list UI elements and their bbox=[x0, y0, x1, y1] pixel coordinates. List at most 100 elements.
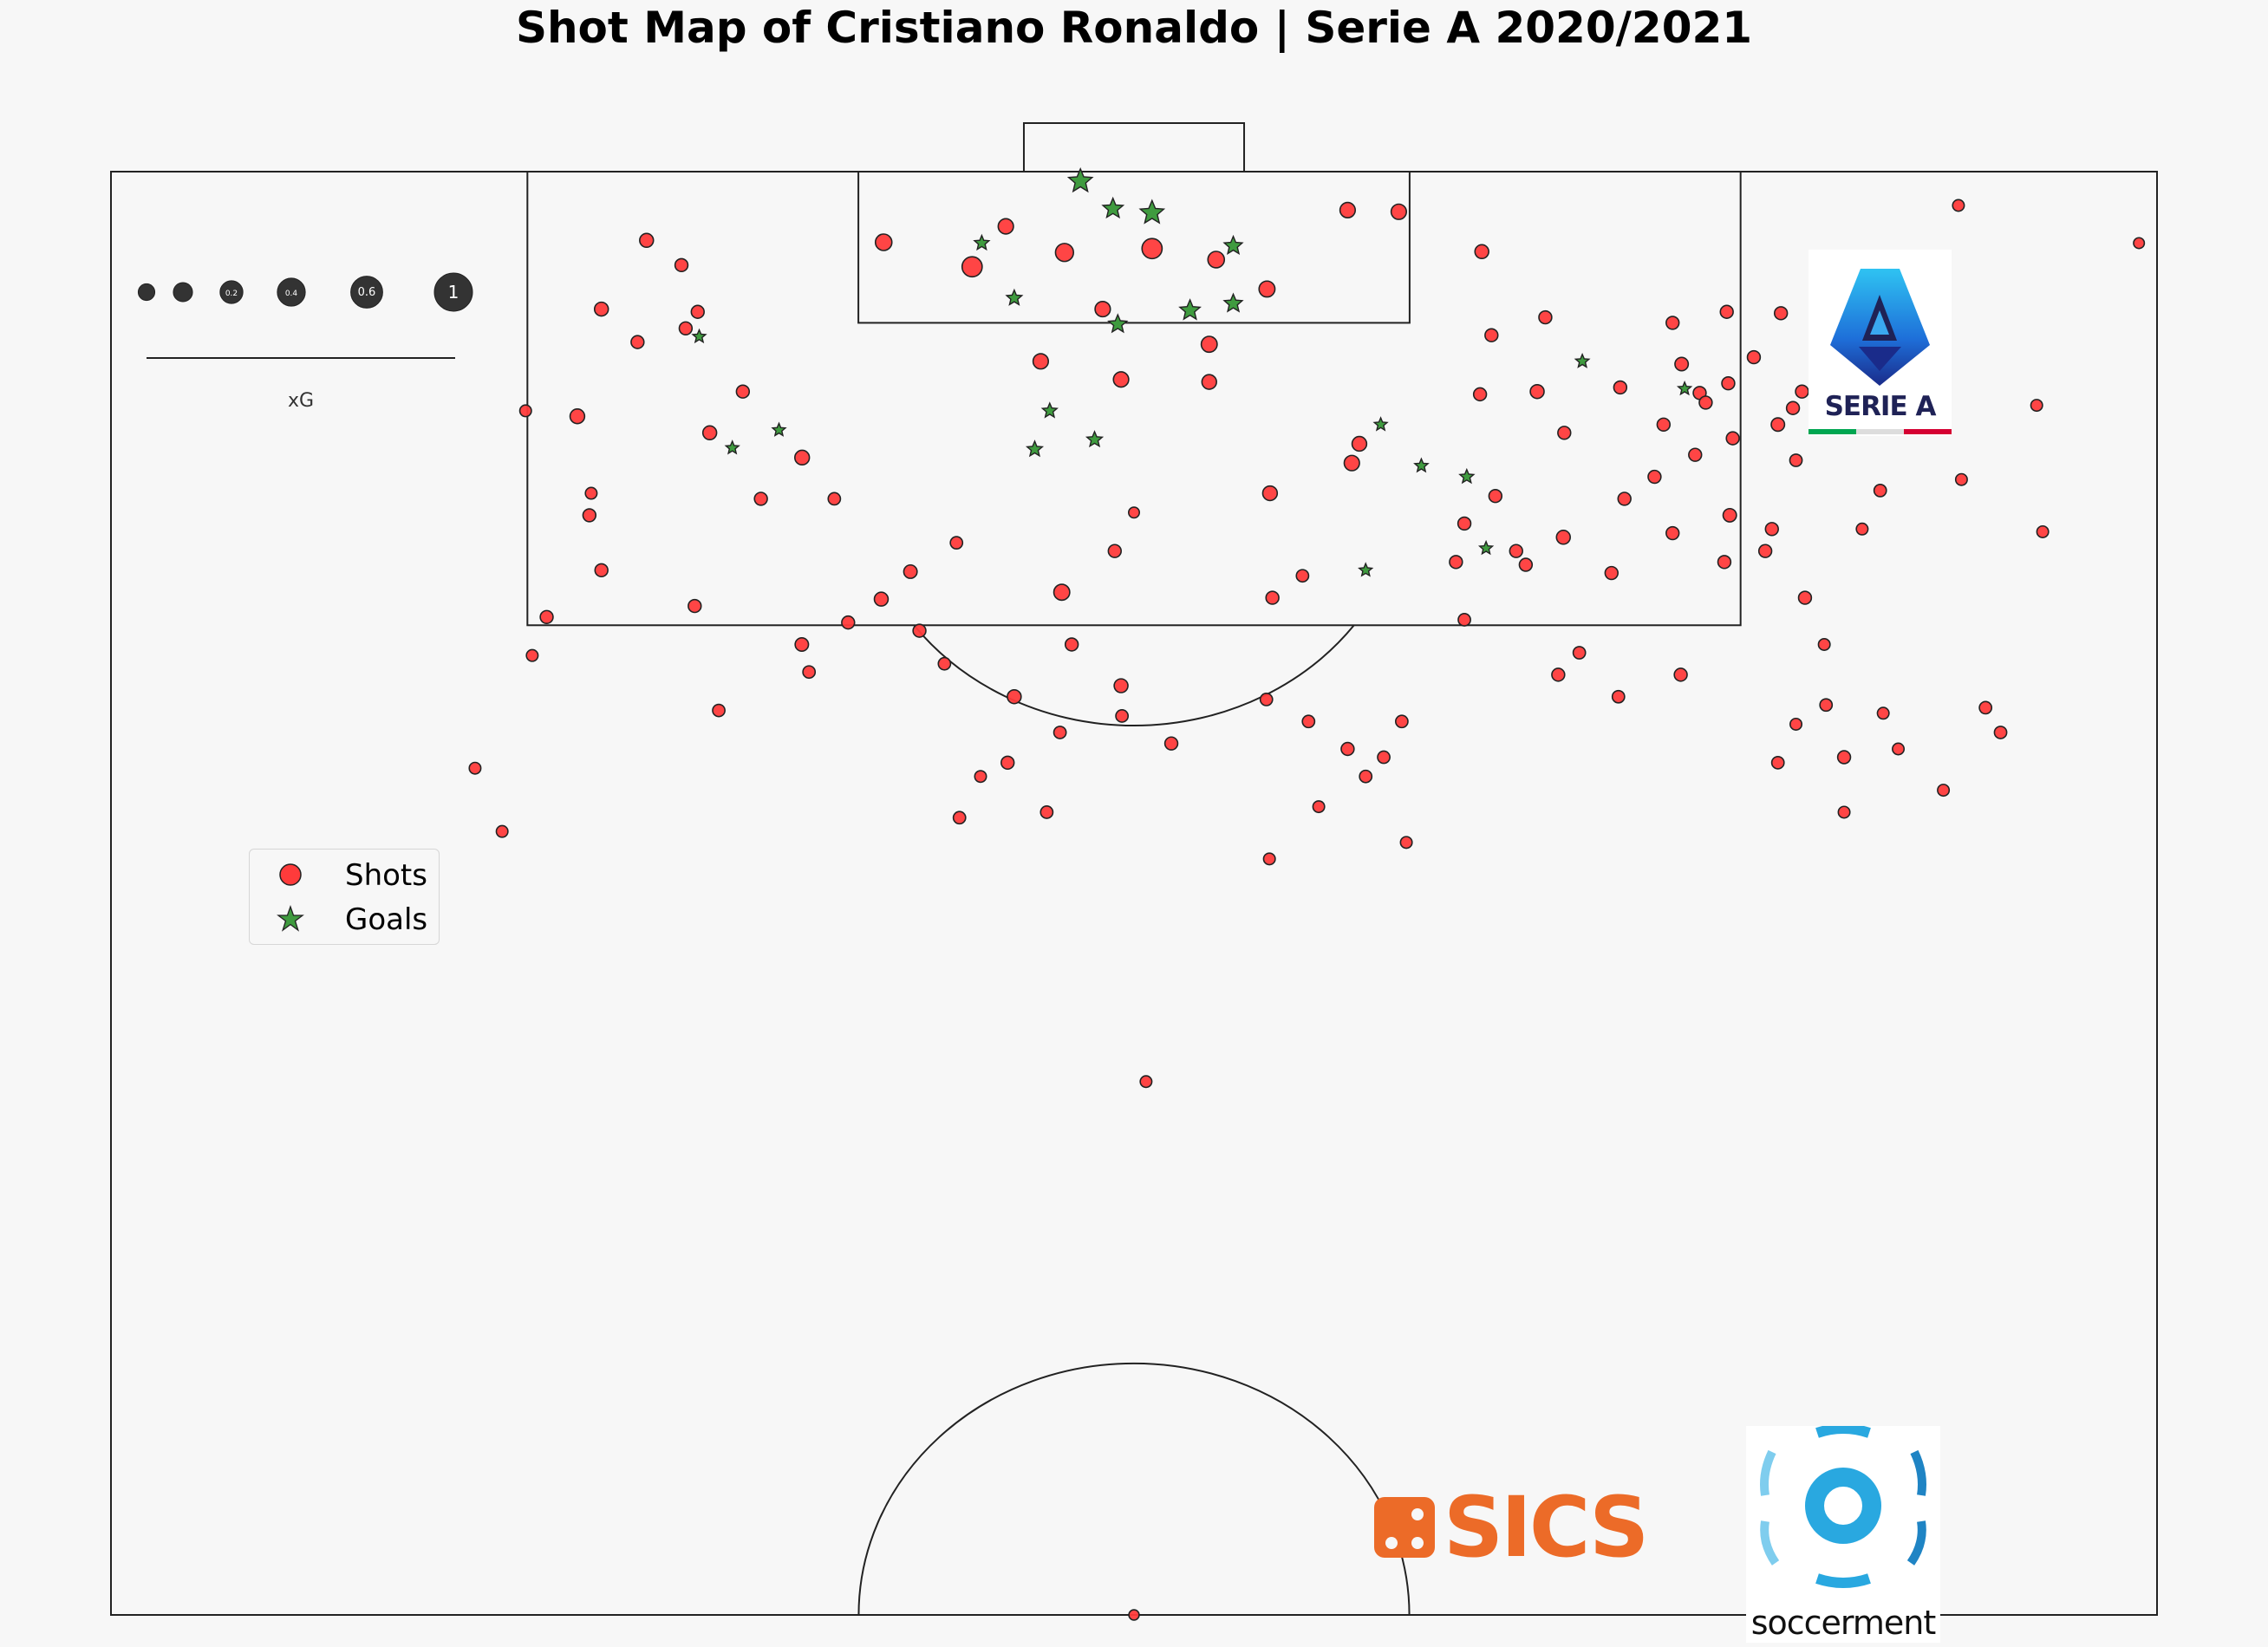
shot-map-plot: 0.2 0.4 0.6 1 xG bbox=[110, 122, 2158, 1621]
shot-marker bbox=[1873, 484, 1887, 498]
shot-marker bbox=[1112, 371, 1130, 388]
shot-marker bbox=[1647, 469, 1662, 485]
shot-marker bbox=[974, 770, 987, 784]
shot-marker-icon bbox=[279, 863, 302, 886]
goals-layer bbox=[691, 166, 1693, 577]
shot-marker bbox=[1000, 755, 1015, 771]
shot-marker bbox=[688, 598, 702, 614]
serie-a-wordmark: SERIE A bbox=[1824, 391, 1937, 422]
shot-marker bbox=[1340, 741, 1355, 757]
shot-marker bbox=[1094, 300, 1111, 318]
shot-marker bbox=[1611, 689, 1626, 704]
shot-marker bbox=[712, 703, 726, 718]
legend: Shots Goals bbox=[249, 849, 440, 945]
shot-marker bbox=[1817, 637, 1831, 651]
shot-marker bbox=[468, 761, 482, 775]
sics-dice-icon bbox=[1374, 1497, 1435, 1558]
goal-marker bbox=[1477, 539, 1495, 556]
shot-marker bbox=[1876, 706, 1890, 720]
shot-marker bbox=[1836, 750, 1852, 765]
shot-marker bbox=[1295, 569, 1310, 583]
serie-a-logo: SERIE A bbox=[1809, 250, 1952, 436]
shot-marker bbox=[1518, 557, 1534, 572]
shot-marker bbox=[1572, 646, 1587, 660]
shot-marker bbox=[827, 491, 842, 506]
shot-marker bbox=[1472, 387, 1488, 402]
shot-marker bbox=[678, 321, 694, 335]
shot-marker bbox=[841, 615, 856, 630]
shot-marker bbox=[1717, 555, 1732, 570]
shot-marker bbox=[584, 486, 598, 500]
shot-marker bbox=[690, 304, 705, 319]
shot-marker bbox=[802, 665, 817, 680]
goal-marker bbox=[1222, 292, 1244, 313]
shot-marker bbox=[903, 563, 918, 579]
goal-marker bbox=[973, 233, 991, 251]
shot-marker bbox=[997, 218, 1014, 235]
goal-marker bbox=[724, 439, 740, 455]
shot-marker bbox=[569, 408, 586, 425]
shot-marker bbox=[2036, 524, 2050, 538]
shot-marker bbox=[874, 233, 893, 251]
goal-marker bbox=[1372, 416, 1389, 432]
shot-marker bbox=[1721, 375, 1736, 391]
shot-marker bbox=[1163, 736, 1179, 751]
goal-marker bbox=[1101, 196, 1125, 219]
goal-marker bbox=[1574, 352, 1591, 368]
shot-marker bbox=[1789, 453, 1803, 467]
goal-marker bbox=[1085, 430, 1105, 448]
shot-marker bbox=[1892, 742, 1906, 756]
goal-marker bbox=[771, 421, 787, 437]
shot-marker bbox=[1722, 507, 1737, 523]
goal-marker bbox=[1676, 380, 1693, 396]
shot-marker bbox=[1488, 489, 1503, 504]
goal-marker bbox=[1040, 401, 1059, 419]
shot-marker bbox=[701, 425, 718, 441]
shot-marker bbox=[1617, 491, 1632, 506]
shot-marker bbox=[1819, 698, 1834, 713]
shot-marker bbox=[1312, 800, 1326, 814]
goal-marker bbox=[1458, 467, 1476, 485]
shot-marker bbox=[1757, 544, 1773, 558]
shot-marker bbox=[1770, 417, 1786, 433]
shot-marker bbox=[1952, 199, 1965, 212]
shot-marker bbox=[1399, 836, 1413, 850]
shot-marker bbox=[1773, 306, 1789, 321]
shot-marker bbox=[1359, 769, 1373, 784]
shot-marker bbox=[1789, 717, 1803, 731]
shot-marker bbox=[674, 257, 689, 273]
shot-marker bbox=[1725, 431, 1740, 446]
legend-label-goals: Goals bbox=[345, 902, 428, 937]
shot-marker bbox=[495, 824, 509, 838]
soccerment-ball-icon bbox=[1760, 1423, 1926, 1588]
shot-marker bbox=[1113, 678, 1129, 693]
shot-marker bbox=[1064, 637, 1079, 652]
goal-marker bbox=[1413, 457, 1430, 473]
shot-marker bbox=[1139, 1075, 1153, 1089]
shot-marker bbox=[1339, 201, 1357, 219]
shot-marker bbox=[735, 384, 751, 399]
shot-marker bbox=[1509, 544, 1523, 558]
soccerment-logo: soccerment bbox=[1746, 1423, 1940, 1643]
shot-marker bbox=[1054, 243, 1075, 263]
shot-marker bbox=[1688, 447, 1703, 462]
shot-marker bbox=[1855, 522, 1869, 536]
shot-marker bbox=[1613, 380, 1628, 395]
shot-marker bbox=[1529, 383, 1545, 400]
shot-marker bbox=[1484, 328, 1499, 342]
shot-marker bbox=[1770, 755, 1785, 770]
shot-marker bbox=[1673, 667, 1688, 682]
shot-marker bbox=[1665, 316, 1680, 330]
shot-marker bbox=[630, 335, 645, 349]
shot-marker bbox=[1795, 384, 1809, 399]
goal-marker bbox=[1025, 439, 1045, 458]
shot-marker bbox=[1258, 280, 1276, 298]
goal-marker bbox=[1222, 234, 1244, 255]
shot-marker bbox=[1343, 454, 1360, 472]
goal-marker bbox=[691, 328, 707, 344]
xg-legend-value: 1 bbox=[448, 282, 459, 303]
shot-marker bbox=[1032, 353, 1050, 370]
shot-marker bbox=[937, 656, 952, 671]
goal-marker bbox=[1138, 199, 1166, 225]
shot-marker bbox=[1993, 726, 2008, 739]
